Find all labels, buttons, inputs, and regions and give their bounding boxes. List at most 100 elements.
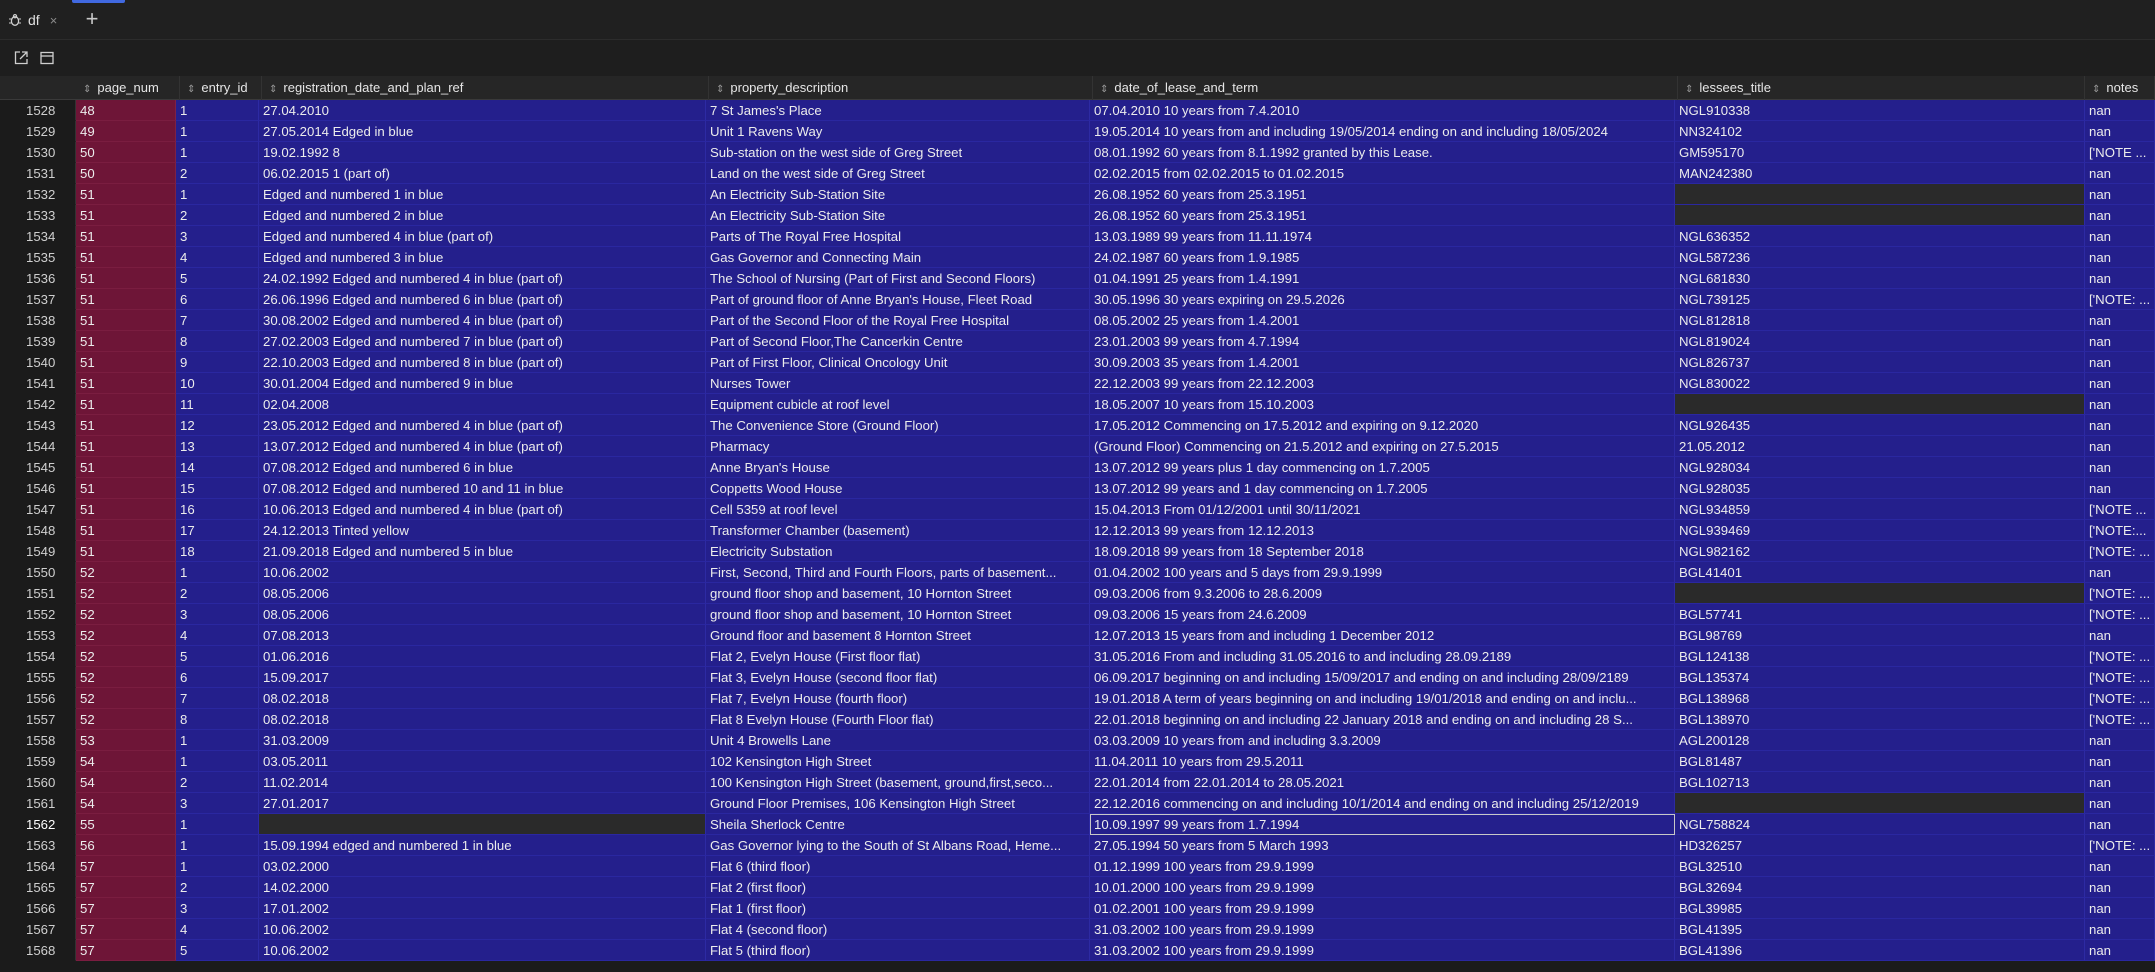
lessees-title-cell[interactable] [1675,205,2085,226]
registration-cell[interactable]: 06.02.2015 1 (part of) [259,163,706,184]
lease-term-cell[interactable]: 17.05.2012 Commencing on 17.5.2012 and e… [1090,415,1675,436]
lease-term-cell[interactable]: 12.12.2013 99 years from 12.12.2013 [1090,520,1675,541]
table-row[interactable]: 1547 51 16 10.06.2013 Edged and numbered 4 … [0,499,2155,520]
entry-id-cell[interactable]: 2 [176,583,259,604]
page-num-cell[interactable]: 52 [76,646,176,667]
entry-id-cell[interactable]: 4 [176,247,259,268]
lessees-title-cell[interactable]: NGL819024 [1675,331,2085,352]
page-num-cell[interactable]: 49 [76,121,176,142]
property-description-cell[interactable]: Ground floor and basement 8 Hornton Stre… [706,625,1090,646]
property-description-cell[interactable]: Flat 5 (third floor) [706,940,1090,961]
table-row[interactable]: 1556 52 7 08.02.2018 Flat 7, Evelyn House (f… [0,688,2155,709]
lease-term-cell[interactable]: 27.05.1994 50 years from 5 March 1993 [1090,835,1675,856]
lease-term-cell[interactable]: 08.05.2002 25 years from 1.4.2001 [1090,310,1675,331]
lease-term-cell[interactable]: 22.01.2018 beginning on and including 22… [1090,709,1675,730]
property-description-cell[interactable]: Ground Floor Premises, 106 Kensington Hi… [706,793,1090,814]
lessees-title-cell[interactable]: NGL636352 [1675,226,2085,247]
registration-cell[interactable]: Edged and numbered 4 in blue (part of) [259,226,706,247]
lease-term-cell[interactable]: 09.03.2006 from 9.3.2006 to 28.6.2009 [1090,583,1675,604]
notes-cell[interactable]: nan [2085,730,2155,751]
lease-term-cell[interactable]: 13.07.2012 99 years and 1 day commencing… [1090,478,1675,499]
lease-term-cell[interactable]: 15.04.2013 From 01/12/2001 until 30/11/2… [1090,499,1675,520]
property-description-cell[interactable]: Flat 4 (second floor) [706,919,1090,940]
registration-cell[interactable]: 14.02.2000 [259,877,706,898]
lessees-title-cell[interactable]: NGL826737 [1675,352,2085,373]
sort-icon[interactable]: ⇕ [83,84,91,95]
property-description-cell[interactable]: Gas Governor lying to the South of St Al… [706,835,1090,856]
notes-cell[interactable]: nan [2085,856,2155,877]
property-description-cell[interactable]: Flat 2 (first floor) [706,877,1090,898]
registration-cell[interactable]: 08.05.2006 [259,604,706,625]
property-description-cell[interactable]: Sub-station on the west side of Greg Str… [706,142,1090,163]
page-num-cell[interactable]: 51 [76,184,176,205]
lessees-title-cell[interactable]: NGL926435 [1675,415,2085,436]
table-row[interactable]: 1552 52 3 08.05.2006 ground floor shop and b… [0,604,2155,625]
notes-cell[interactable]: ['NOTE ... [2085,142,2155,163]
table-row[interactable]: 1560 54 2 11.02.2014 100 Kensington High Str… [0,772,2155,793]
property-description-cell[interactable]: Coppetts Wood House [706,478,1090,499]
page-num-cell[interactable]: 53 [76,730,176,751]
page-num-cell[interactable]: 51 [76,226,176,247]
lease-term-cell[interactable]: 10.01.2000 100 years from 29.9.1999 [1090,877,1675,898]
table-row[interactable]: 1533 51 2 Edged and numbered 2 in blue An El… [0,205,2155,226]
column-header-lessees-title[interactable]: ⇕ lessees_title [1678,76,2085,100]
lease-term-cell[interactable]: 26.08.1952 60 years from 25.3.1951 [1090,184,1675,205]
lease-term-cell[interactable]: 01.04.2002 100 years and 5 days from 29.… [1090,562,1675,583]
notes-cell[interactable]: ['NOTE: ... [2085,604,2155,625]
column-header-page-num[interactable]: ⇕ page_num [76,76,180,100]
notes-cell[interactable]: nan [2085,436,2155,457]
notes-cell[interactable]: ['NOTE: ... [2085,667,2155,688]
property-description-cell[interactable]: Equipment cubicle at roof level [706,394,1090,415]
lessees-title-cell[interactable]: GM595170 [1675,142,2085,163]
lessees-title-cell[interactable]: NGL982162 [1675,541,2085,562]
open-external-icon[interactable] [12,49,30,67]
entry-id-cell[interactable]: 2 [176,163,259,184]
page-num-cell[interactable]: 51 [76,541,176,562]
registration-cell[interactable]: 15.09.1994 edged and numbered 1 in blue [259,835,706,856]
lease-term-cell[interactable]: 12.07.2013 15 years from and including 1… [1090,625,1675,646]
property-description-cell[interactable]: Part of Second Floor,The Cancerkin Centr… [706,331,1090,352]
property-description-cell[interactable]: ground floor shop and basement, 10 Hornt… [706,604,1090,625]
table-row[interactable]: 1564 57 1 03.02.2000 Flat 6 (third floor) 01.… [0,856,2155,877]
property-description-cell[interactable]: An Electricity Sub-Station Site [706,184,1090,205]
table-row[interactable]: 1554 52 5 01.06.2016 Flat 2, Evelyn House (F… [0,646,2155,667]
page-num-cell[interactable]: 57 [76,919,176,940]
lease-term-cell[interactable]: 31.03.2002 100 years from 29.9.1999 [1090,940,1675,961]
property-description-cell[interactable]: Sheila Sherlock Centre [706,814,1090,835]
notes-cell[interactable]: nan [2085,877,2155,898]
page-num-cell[interactable]: 52 [76,604,176,625]
registration-cell[interactable]: 27.01.2017 [259,793,706,814]
entry-id-cell[interactable]: 1 [176,814,259,835]
entry-id-cell[interactable]: 1 [176,562,259,583]
notes-cell[interactable]: ['NOTE ... [2085,499,2155,520]
new-tab-button[interactable]: + [80,6,104,32]
lease-term-cell[interactable]: 30.09.2003 35 years from 1.4.2001 [1090,352,1675,373]
page-num-cell[interactable]: 57 [76,898,176,919]
registration-cell[interactable]: 27.02.2003 Edged and numbered 7 in blue … [259,331,706,352]
property-description-cell[interactable]: Flat 8 Evelyn House (Fourth Floor flat) [706,709,1090,730]
lessees-title-cell[interactable]: BGL32510 [1675,856,2085,877]
notes-cell[interactable]: ['NOTE: ... [2085,583,2155,604]
registration-cell[interactable]: 08.02.2018 [259,709,706,730]
entry-id-cell[interactable]: 1 [176,730,259,751]
lessees-title-cell[interactable]: NGL587236 [1675,247,2085,268]
lease-term-cell[interactable]: 03.03.2009 10 years from and including 3… [1090,730,1675,751]
lease-term-cell[interactable]: 01.12.1999 100 years from 29.9.1999 [1090,856,1675,877]
property-description-cell[interactable]: 7 St James's Place [706,100,1090,121]
registration-cell[interactable]: 07.08.2012 Edged and numbered 10 and 11 … [259,478,706,499]
notes-cell[interactable]: nan [2085,121,2155,142]
registration-cell[interactable]: 24.02.1992 Edged and numbered 4 in blue … [259,268,706,289]
lessees-title-cell[interactable]: BGL39985 [1675,898,2085,919]
registration-cell[interactable]: 08.05.2006 [259,583,706,604]
notes-cell[interactable]: nan [2085,268,2155,289]
registration-cell[interactable]: 26.06.1996 Edged and numbered 6 in blue … [259,289,706,310]
registration-cell[interactable]: 22.10.2003 Edged and numbered 8 in blue … [259,352,706,373]
table-row[interactable]: 1535 51 4 Edged and numbered 3 in blue Gas G… [0,247,2155,268]
page-num-cell[interactable]: 51 [76,394,176,415]
table-row[interactable]: 1540 51 9 22.10.2003 Edged and numbered 8 i… [0,352,2155,373]
registration-cell[interactable]: 10.06.2013 Edged and numbered 4 in blue … [259,499,706,520]
entry-id-cell[interactable]: 11 [176,394,259,415]
column-header-property-description[interactable]: ⇕ property_description [709,76,1093,100]
property-description-cell[interactable]: Part of First Floor, Clinical Oncology U… [706,352,1090,373]
table-row[interactable]: 1550 52 1 10.06.2002 First, Second, Third an… [0,562,2155,583]
